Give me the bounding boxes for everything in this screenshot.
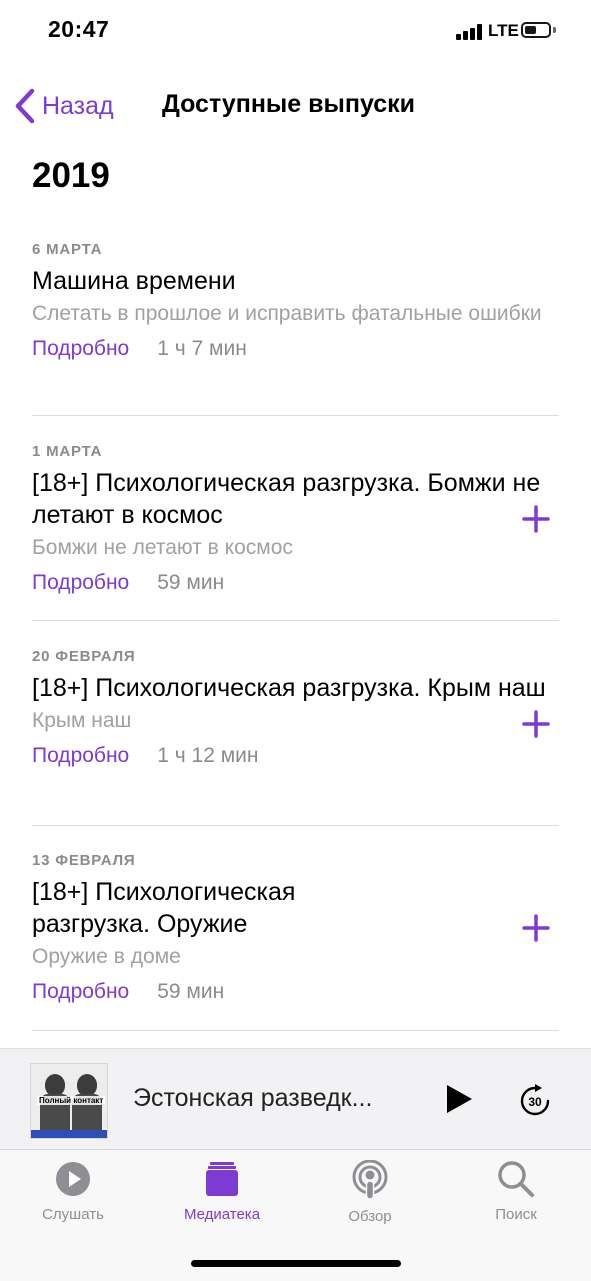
page-title: Доступные выпуски	[162, 90, 416, 118]
episode-meta: Подробно 59 мин	[32, 980, 559, 1004]
episode-title: [18+] Психологическая разгрузка. Бомжи н…	[32, 469, 541, 529]
episode-item[interactable]: 13 ФЕВРАЛЯ [18+] Психологическая разгруз…	[32, 852, 559, 1004]
details-link[interactable]: Подробно	[32, 980, 129, 1004]
episode-meta: Подробно 59 мин	[32, 571, 559, 595]
plus-icon[interactable]	[521, 504, 551, 534]
divider	[32, 1030, 559, 1031]
tab-label: Слушать	[42, 1206, 104, 1223]
tab-library[interactable]: Медиатека	[157, 1160, 287, 1223]
divider	[32, 415, 559, 416]
tab-label: Поиск	[495, 1206, 537, 1223]
episode-date: 6 МАРТА	[32, 241, 103, 258]
tab-browse[interactable]: Обзор	[305, 1160, 435, 1225]
episode-date: 13 ФЕВРАЛЯ	[32, 852, 136, 869]
search-icon	[498, 1161, 534, 1197]
mini-player[interactable]: Полный контакт Эстонская разведк... 30	[0, 1048, 591, 1149]
battery-icon	[521, 22, 551, 38]
episode-item[interactable]: 20 ФЕВРАЛЯ [18+] Психологическая разгруз…	[32, 648, 559, 768]
tab-label: Медиатека	[183, 1206, 261, 1223]
divider	[32, 620, 559, 621]
episode-duration: 59 мин	[157, 571, 225, 594]
play-icon[interactable]	[444, 1083, 474, 1115]
network-label: LTE	[488, 21, 519, 40]
episode-item[interactable]: 1 МАРТА [18+] Психологическая разгрузка.…	[32, 443, 559, 595]
now-playing-title: Эстонская разведк...	[133, 1084, 373, 1112]
signal-icon	[456, 24, 484, 40]
episode-description: Крым наш	[32, 709, 132, 732]
episode-description: Оружие в доме	[32, 945, 181, 968]
library-icon	[206, 1162, 238, 1196]
plus-icon[interactable]	[521, 913, 551, 943]
section-year: 2019	[32, 156, 110, 195]
chevron-left-icon	[15, 88, 35, 124]
tab-search[interactable]: Поиск	[451, 1160, 581, 1223]
episode-title: [18+] Психологическая разгрузка. Оружие	[32, 878, 296, 938]
status-bar: 20:47 LTE	[0, 0, 591, 64]
details-link[interactable]: Подробно	[32, 337, 129, 361]
podcast-icon	[352, 1160, 388, 1200]
episode-meta: Подробно 1 ч 7 мин	[32, 337, 559, 361]
podcast-artwork: Полный контакт	[30, 1063, 108, 1139]
tab-label: Обзор	[348, 1208, 392, 1225]
details-link[interactable]: Подробно	[32, 744, 129, 768]
episode-title: [18+] Психологическая разгрузка. Крым на…	[32, 674, 546, 702]
play-circle-icon	[56, 1162, 90, 1196]
back-label: Назад	[42, 91, 114, 120]
tab-listen[interactable]: Слушать	[8, 1160, 138, 1223]
episode-date: 1 МАРТА	[32, 443, 103, 460]
artwork-title: Полный контакт	[37, 1096, 106, 1105]
battery-cap	[553, 27, 556, 33]
episode-duration: 1 ч 12 мин	[157, 744, 259, 767]
divider	[32, 825, 559, 826]
episode-description: Слетать в прошлое и исправить фатальные …	[32, 302, 542, 325]
skip-forward-30-icon[interactable]: 30	[517, 1083, 553, 1119]
back-button[interactable]: Назад	[12, 86, 114, 126]
episode-duration: 59 мин	[157, 980, 225, 1003]
episode-title: Машина времени	[32, 267, 236, 295]
nav-bar: Назад Доступные выпуски	[0, 76, 591, 136]
status-time: 20:47	[48, 16, 110, 42]
episode-description: Бомжи не летают в космос	[32, 536, 293, 559]
home-indicator[interactable]	[191, 1260, 401, 1267]
episode-duration: 1 ч 7 мин	[157, 337, 247, 360]
skip-seconds-label: 30	[528, 1095, 542, 1109]
plus-icon[interactable]	[521, 709, 551, 739]
episode-item[interactable]: 6 МАРТА Машина времени Слетать в прошлое…	[32, 241, 559, 361]
details-link[interactable]: Подробно	[32, 571, 129, 595]
episode-date: 20 ФЕВРАЛЯ	[32, 648, 136, 665]
episode-meta: Подробно 1 ч 12 мин	[32, 744, 559, 768]
